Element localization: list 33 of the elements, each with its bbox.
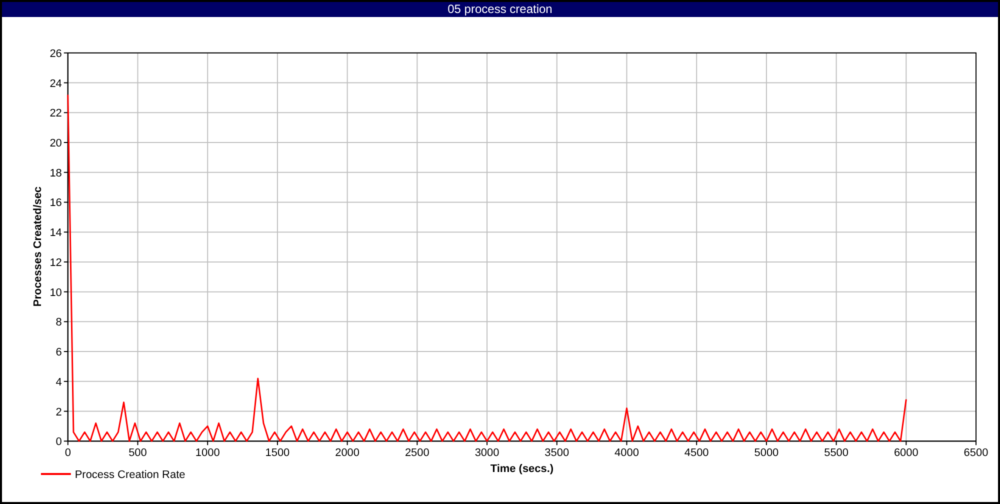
tick-label: 4500 — [684, 447, 709, 460]
window-title: 05 process creation — [448, 2, 552, 17]
tick-label: 8 — [56, 316, 62, 329]
tick-label: 0 — [56, 436, 62, 448]
tick-label: 2 — [56, 406, 62, 418]
tick-label: 6000 — [894, 447, 918, 460]
tick-label: 1500 — [265, 447, 290, 460]
tick-label: 6 — [56, 346, 62, 359]
tick-label: 0 — [64, 447, 71, 460]
y-axis-title: Processes Created/sec — [32, 186, 44, 307]
tick-label: 18 — [50, 167, 62, 180]
tick-label: 12 — [50, 256, 62, 269]
tick-label: 2500 — [404, 447, 430, 460]
legend-label: Process Creation Rate — [74, 469, 186, 482]
tick-label: 24 — [50, 78, 62, 90]
tick-label: 16 — [50, 197, 62, 210]
tick-label: 3000 — [474, 447, 500, 460]
tick-label: 5000 — [754, 447, 779, 460]
tick-label: 2000 — [335, 447, 360, 460]
tick-label: 500 — [128, 447, 147, 460]
tick-label: 6500 — [964, 447, 988, 460]
tick-label: 3500 — [544, 447, 570, 460]
tick-label: 4 — [56, 376, 62, 388]
tick-label: 10 — [50, 286, 62, 299]
tick-label: 14 — [50, 227, 62, 240]
tick-label: 26 — [50, 48, 62, 60]
tick-label: 5500 — [824, 447, 848, 460]
tick-label: 22 — [50, 108, 62, 120]
legend-key — [40, 473, 71, 476]
tick-label: 1000 — [195, 447, 220, 460]
tick-label: 20 — [50, 138, 62, 150]
x-axis-title: Time (secs.) — [490, 463, 554, 476]
tick-label: 4000 — [614, 447, 639, 460]
